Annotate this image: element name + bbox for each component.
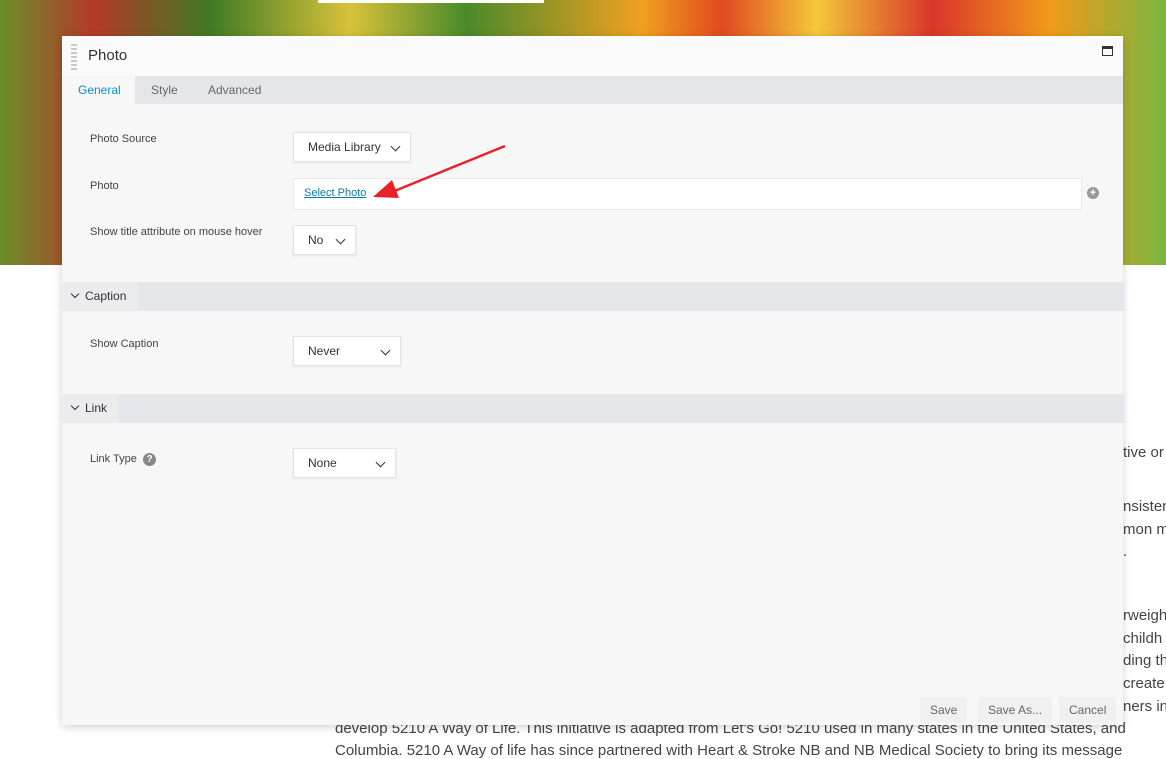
annotation-arrow-icon (373, 144, 506, 198)
